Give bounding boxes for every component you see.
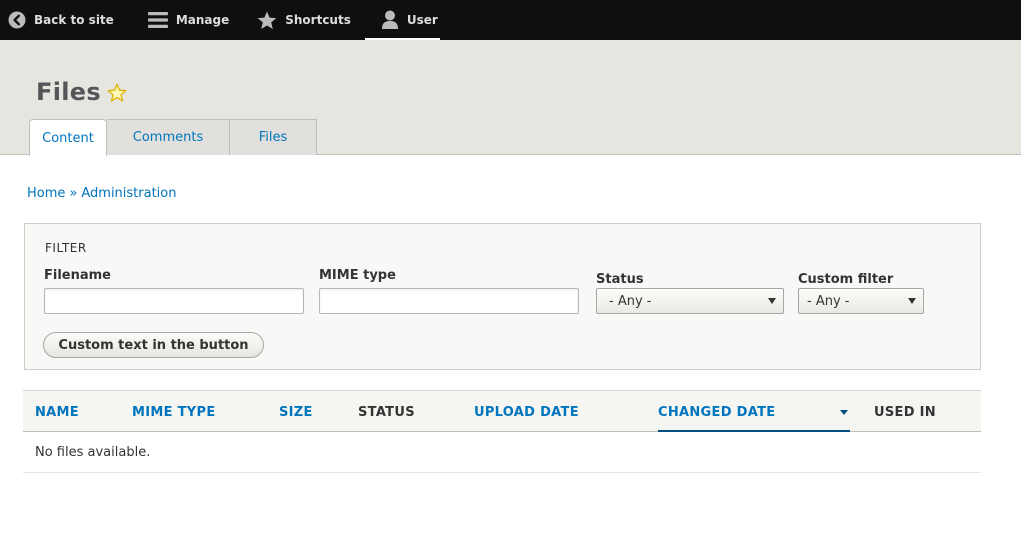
custom-filter-selected-value: - Any - xyxy=(807,293,850,309)
chevron-left-circle-icon xyxy=(8,11,26,29)
column-name[interactable]: NAME xyxy=(35,405,79,420)
table-row: No files available. xyxy=(23,432,981,473)
sort-desc-icon[interactable] xyxy=(840,410,848,415)
breadcrumb-home[interactable]: Home xyxy=(27,186,65,201)
filter-fieldset: FILTER Filename MIME type Status - Any -… xyxy=(24,223,981,370)
admin-toolbar: Back to site Manage Shortcuts User xyxy=(0,0,1021,40)
tab-comments[interactable]: Comments xyxy=(107,119,230,155)
tab-content[interactable]: Content xyxy=(29,119,107,156)
column-used-in: USED IN xyxy=(874,405,936,420)
breadcrumb-separator: » xyxy=(69,186,78,201)
select-arrow-icon xyxy=(768,298,776,304)
page-title: Files xyxy=(36,78,101,106)
custom-filter-select[interactable]: - Any - xyxy=(798,288,924,314)
manage-menu[interactable]: Manage xyxy=(128,0,243,40)
star-icon xyxy=(257,11,277,29)
column-upload-date[interactable]: UPLOAD DATE xyxy=(474,405,579,420)
back-to-site-link[interactable]: Back to site xyxy=(0,0,128,40)
column-mime-type[interactable]: MIME TYPE xyxy=(132,405,216,420)
select-arrow-icon xyxy=(908,298,916,304)
user-icon xyxy=(381,10,398,29)
shortcuts-menu[interactable]: Shortcuts xyxy=(243,0,365,40)
column-changed-date[interactable]: CHANGED DATE xyxy=(658,405,775,420)
mime-type-input[interactable] xyxy=(319,288,579,314)
custom-filter-label: Custom filter xyxy=(798,272,894,287)
manage-label: Manage xyxy=(175,13,230,27)
filter-submit-button[interactable]: Custom text in the button xyxy=(43,332,264,358)
files-table-header: NAME MIME TYPE SIZE STATUS UPLOAD DATE C… xyxy=(23,390,981,432)
status-select[interactable]: - Any - xyxy=(596,288,784,314)
status-label: Status xyxy=(596,272,644,287)
user-menu[interactable]: User xyxy=(364,0,452,40)
shortcuts-label: Shortcuts xyxy=(285,13,351,27)
empty-message: No files available. xyxy=(35,445,151,460)
column-status: STATUS xyxy=(358,405,415,420)
primary-tabs: Content Comments Files xyxy=(29,119,317,156)
page-header: Files Content Comments Files xyxy=(0,40,1021,156)
breadcrumb: Home » Administration xyxy=(27,186,177,201)
filter-legend: FILTER xyxy=(45,241,87,255)
mime-type-label: MIME type xyxy=(319,268,396,283)
status-selected-value: - Any - xyxy=(609,293,652,309)
breadcrumb-administration[interactable]: Administration xyxy=(81,186,176,201)
hamburger-icon xyxy=(147,12,168,28)
back-to-site-label: Back to site xyxy=(34,13,114,27)
filename-label: Filename xyxy=(44,268,111,283)
column-size[interactable]: SIZE xyxy=(279,405,313,420)
filename-input[interactable] xyxy=(44,288,304,314)
user-label: User xyxy=(406,13,438,27)
star-outline-icon[interactable] xyxy=(107,83,127,103)
tab-files[interactable]: Files xyxy=(230,119,317,155)
